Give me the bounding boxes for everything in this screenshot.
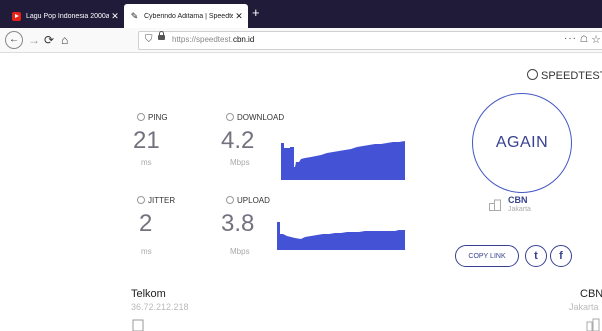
download-graph-area <box>281 141 405 180</box>
shield-icon[interactable]: ⛉ <box>145 34 153 45</box>
url-text[interactable]: https://speedtest.cbn.id <box>172 35 254 44</box>
upload-value: 3.8 <box>221 210 255 237</box>
gauge-icon <box>527 69 538 80</box>
jitter-value: 2 <box>139 210 153 237</box>
close-tab-icon[interactable]: ✕ <box>233 11 245 22</box>
info-icon <box>226 196 234 204</box>
home-button[interactable]: ⌂ <box>61 31 68 49</box>
forward-button[interactable]: → <box>28 31 40 49</box>
navigation-bar: ← → ⟳ ⌂ ⛉ https://speedtest.cbn.id ··· ☖… <box>0 28 602 53</box>
facebook-icon[interactable]: f <box>550 245 572 267</box>
copy-link-button[interactable]: COPY LINK <box>455 245 519 267</box>
server-location: Jakarta <box>569 302 599 312</box>
ping-unit: ms <box>141 158 152 167</box>
speedtest-logo[interactable]: SPEEDTEST <box>527 69 602 82</box>
close-tab-icon[interactable]: ✕ <box>109 11 121 22</box>
info-icon <box>137 196 145 204</box>
server-icon <box>586 318 600 331</box>
speedtest-favicon-icon: ✎ <box>130 10 139 21</box>
pocket-icon[interactable]: ☖ <box>580 34 588 45</box>
jitter-label: JITTER <box>137 196 175 205</box>
reload-button[interactable]: ⟳ <box>44 31 54 49</box>
host-ip: 36.72.212.218 <box>131 302 189 312</box>
tab-bar: Lagu Pop Indonesia 2000an Te ✕ ✎ Cyberin… <box>0 0 602 28</box>
url-bar[interactable]: ⛉ https://speedtest.cbn.id ··· ☖ ☆ <box>138 31 602 50</box>
youtube-icon <box>12 11 21 21</box>
back-button[interactable]: ← <box>5 31 23 49</box>
info-icon <box>137 113 145 121</box>
again-button[interactable]: AGAIN <box>472 93 572 193</box>
page-actions-button[interactable]: ··· <box>564 33 577 44</box>
ping-label: PING <box>137 113 168 122</box>
upload-graph <box>277 222 405 250</box>
isp-icon <box>489 199 501 211</box>
lock-icon[interactable] <box>158 31 165 40</box>
download-label: DOWNLOAD <box>226 113 284 122</box>
jitter-unit: ms <box>141 247 152 256</box>
download-value: 4.2 <box>221 127 255 154</box>
isp-name: CBN <box>508 195 528 205</box>
info-icon <box>226 113 234 121</box>
upload-label: UPLOAD <box>226 196 270 205</box>
tab-speedtest[interactable]: ✎ Cyberindo Aditama | Speedtest ✕ <box>124 4 248 28</box>
host-icon <box>132 319 144 331</box>
server-name: CBN <box>580 288 602 300</box>
upload-unit: Mbps <box>230 247 250 256</box>
new-tab-button[interactable]: + <box>252 6 260 20</box>
isp-location: Jakarta <box>508 206 531 213</box>
tab-title: Cyberindo Aditama | Speedtest <box>144 12 233 20</box>
ping-value: 21 <box>133 127 160 154</box>
download-graph <box>281 141 405 180</box>
host-name: Telkom <box>131 288 166 300</box>
tab-title: Lagu Pop Indonesia 2000an Te <box>26 12 109 20</box>
upload-graph-area <box>277 222 405 250</box>
download-unit: Mbps <box>230 158 250 167</box>
twitter-icon[interactable]: t <box>525 245 547 267</box>
tab-youtube[interactable]: Lagu Pop Indonesia 2000an Te ✕ <box>6 4 124 28</box>
bookmark-star-icon[interactable]: ☆ <box>591 33 601 46</box>
